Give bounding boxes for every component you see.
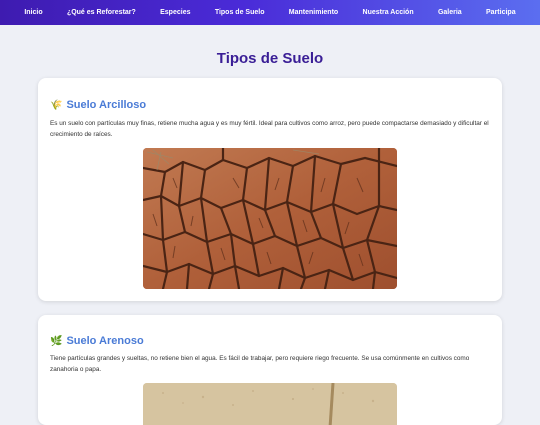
soil-card-heading: 🌿 Suelo Arenoso bbox=[50, 335, 144, 347]
nav-link-mantenimiento[interactable]: Mantenimiento bbox=[289, 9, 338, 16]
page-title: Tipos de Suelo bbox=[216, 50, 324, 67]
wheat-icon: 🌾 bbox=[50, 99, 63, 111]
soil-card-description: Tiene partículas grandes y sueltas, no r… bbox=[50, 355, 470, 373]
nav-link-nuestra-accion[interactable]: Nuestra Acción bbox=[363, 9, 414, 16]
soil-card-title: Suelo Arcilloso bbox=[66, 99, 147, 111]
soil-card-arenoso: 🌿 Suelo Arenoso Tiene partículas grandes… bbox=[38, 315, 502, 425]
soil-card-arcilloso: 🌾 Suelo Arcilloso Es un suelo con partíc… bbox=[38, 78, 502, 301]
nav-link-que-es-reforestar[interactable]: ¿Qué es Reforestar? bbox=[67, 9, 136, 16]
soil-card-heading: 🌾 Suelo Arcilloso bbox=[50, 99, 146, 111]
soil-card-description: Es un suelo con partículas muy finas, re… bbox=[50, 120, 489, 138]
nav-link-inicio[interactable]: Inicio bbox=[24, 9, 42, 16]
nav-link-galeria[interactable]: Galeria bbox=[438, 9, 462, 16]
nav-link-especies[interactable]: Especies bbox=[160, 9, 190, 16]
sandy-soil-image bbox=[143, 383, 397, 425]
nav-link-tipos-de-suelo[interactable]: Tipos de Suelo bbox=[215, 9, 265, 16]
cracked-clay-soil-image bbox=[143, 148, 397, 289]
top-nav: Inicio ¿Qué es Reforestar? Especies Tipo… bbox=[0, 0, 540, 25]
soil-card-title: Suelo Arenoso bbox=[66, 335, 144, 347]
herb-icon: 🌿 bbox=[50, 335, 63, 347]
nav-link-participa[interactable]: Participa bbox=[486, 9, 516, 16]
